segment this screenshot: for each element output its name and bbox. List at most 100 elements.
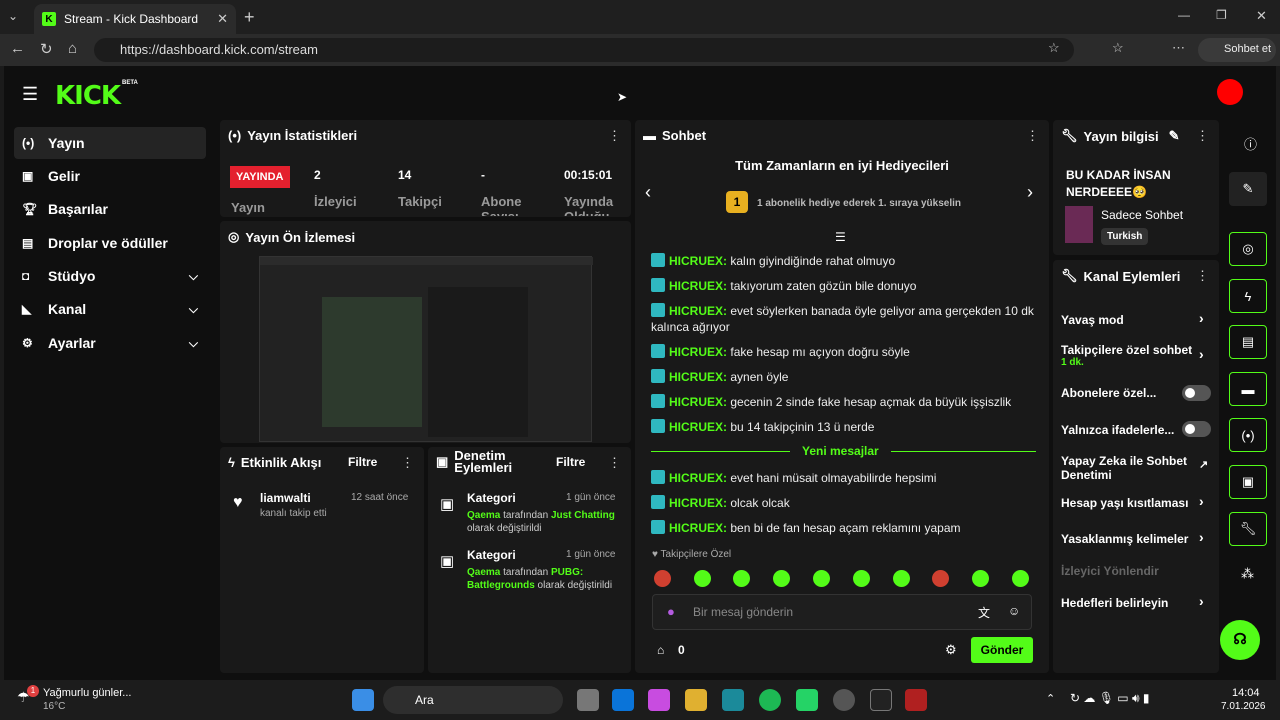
edge-icon[interactable] xyxy=(722,689,744,711)
stream-preview-video[interactable] xyxy=(259,256,593,442)
spotify-icon[interactable] xyxy=(759,689,781,711)
favorite-star-icon[interactable]: ☆ xyxy=(1048,40,1060,56)
emote-icon[interactable] xyxy=(853,570,870,587)
wrench-icon[interactable]: 🔧︎ xyxy=(1229,512,1267,546)
filter-button[interactable]: Filtre xyxy=(348,455,377,469)
chat-icon[interactable]: ▬ xyxy=(1229,372,1267,406)
chat-username[interactable]: HICRUEX xyxy=(669,304,723,318)
subs-only-toggle[interactable] xyxy=(1182,385,1211,401)
chevron-right-icon[interactable]: › xyxy=(1199,310,1204,326)
info-icon[interactable]: ⓘ xyxy=(1244,134,1257,153)
maximize-icon[interactable]: ❐ xyxy=(1216,8,1227,22)
url-field[interactable]: https://dashboard.kick.com/stream xyxy=(94,38,1074,62)
explorer-icon[interactable] xyxy=(685,689,707,711)
more-icon[interactable]: ⋯ xyxy=(1172,40,1185,56)
task-view-icon[interactable] xyxy=(577,689,599,711)
emote-icon[interactable] xyxy=(1012,570,1029,587)
taskbar-search[interactable]: Ara xyxy=(383,686,563,714)
filter-button[interactable]: Filtre xyxy=(556,455,585,469)
more-options-icon[interactable]: ⋮ xyxy=(1026,128,1039,144)
chat-username[interactable]: HICRUEX xyxy=(669,471,723,485)
category-name[interactable]: Sadece Sohbet xyxy=(1101,208,1183,222)
microphone-icon[interactable]: ● xyxy=(667,604,675,619)
chat-settings-icon[interactable]: ⚙ xyxy=(945,642,957,658)
chevron-left-icon[interactable]: ‹ xyxy=(645,182,651,203)
sidebar-item-basarilar[interactable]: 🏆︎ Başarılar xyxy=(14,193,206,225)
more-options-icon[interactable]: ⋮ xyxy=(1196,268,1209,284)
chat-input[interactable]: ● Bir mesaj gönderin 文 ☺ xyxy=(652,594,1032,630)
sidebar-item-yayin[interactable]: (•) Yayın xyxy=(14,127,206,159)
edit-icon[interactable]: ✎ xyxy=(1229,172,1267,206)
minimize-icon[interactable]: — xyxy=(1178,8,1190,22)
emote-icon[interactable] xyxy=(773,570,790,587)
chat-username[interactable]: HICRUEX xyxy=(669,395,723,409)
emote-icon[interactable] xyxy=(654,570,671,587)
banned-words-item[interactable]: Yasaklanmış kelimeler xyxy=(1061,532,1211,546)
epic-games-icon[interactable] xyxy=(870,689,892,711)
emote-icon[interactable] xyxy=(893,570,910,587)
emote-icon[interactable] xyxy=(813,570,830,587)
tray-icons[interactable]: ↻ ☁ 🎙︎ ▭ 🔊︎ ▮ xyxy=(1070,691,1149,706)
sidebar-item-ayarlar[interactable]: ⚙ Ayarlar ⌵ xyxy=(14,327,206,359)
external-link-icon[interactable]: ↗ xyxy=(1199,458,1208,471)
chevron-right-icon[interactable]: › xyxy=(1199,529,1204,545)
store-app-icon[interactable] xyxy=(612,689,634,711)
account-age-item[interactable]: Hesap yaşı kısıtlaması xyxy=(1061,496,1211,510)
menu-icon[interactable]: ☰ xyxy=(22,84,38,105)
translate-icon[interactable]: 文 xyxy=(978,604,990,621)
more-options-icon[interactable]: ⋮ xyxy=(401,455,414,471)
chevron-right-icon[interactable]: › xyxy=(1027,182,1033,203)
chat-username[interactable]: HICRUEX xyxy=(669,521,723,535)
sidebar-item-kanal[interactable]: ◣ Kanal ⌵ xyxy=(14,293,206,325)
goals-item[interactable]: Hedefleri belirleyin xyxy=(1061,596,1211,610)
emotes-only-toggle[interactable] xyxy=(1182,421,1211,437)
clock-time[interactable]: 14:04 xyxy=(1232,687,1260,699)
steam-icon[interactable] xyxy=(833,689,855,711)
start-icon[interactable] xyxy=(352,689,374,711)
tray-chevron-icon[interactable]: ⌃ xyxy=(1046,692,1055,705)
new-tab-icon[interactable]: + xyxy=(244,7,255,28)
support-icon[interactable]: ☊ xyxy=(1220,620,1260,660)
kick-logo[interactable]: KICK xyxy=(55,81,121,111)
chevron-right-icon[interactable]: › xyxy=(1199,493,1204,509)
emote-icon[interactable] xyxy=(694,570,711,587)
pin-icon[interactable]: ☰ xyxy=(835,230,846,244)
emote-icon[interactable] xyxy=(972,570,989,587)
emote-icon[interactable] xyxy=(733,570,750,587)
more-options-icon[interactable]: ⋮ xyxy=(608,455,621,471)
more-options-icon[interactable]: ⋮ xyxy=(1196,128,1209,144)
weather-text[interactable]: Yağmurlu günler... xyxy=(43,687,131,699)
back-icon[interactable]: ← xyxy=(10,40,25,57)
copilot-app-icon[interactable] xyxy=(648,689,670,711)
chat-username[interactable]: HICRUEX xyxy=(669,345,723,359)
emoji-icon[interactable]: ☺ xyxy=(1008,604,1020,618)
sidebar-item-studyo[interactable]: ◘ Stüdyo ⌵ xyxy=(14,260,206,292)
chevron-right-icon[interactable]: › xyxy=(1199,593,1204,609)
record-indicator[interactable] xyxy=(1217,79,1243,105)
tab-list-icon[interactable]: ⌄ xyxy=(8,9,18,23)
chevron-right-icon[interactable]: › xyxy=(1199,346,1204,362)
bolt-icon[interactable]: ϟ xyxy=(1229,279,1267,313)
apps-icon[interactable]: ⁂ xyxy=(1241,566,1254,582)
favorites-icon[interactable]: ☆ xyxy=(1112,40,1124,56)
chat-username[interactable]: HICRUEX xyxy=(669,254,723,268)
chat-username[interactable]: HICRUEX xyxy=(669,420,723,434)
more-options-icon[interactable]: ⋮ xyxy=(608,128,621,144)
document-icon[interactable]: ▤ xyxy=(1229,325,1267,359)
ai-moderation-item[interactable]: Yapay Zeka ile Sohbet Denetimi xyxy=(1061,454,1191,482)
chat-username[interactable]: HICRUEX xyxy=(669,496,723,510)
browser-tab[interactable]: K Stream - Kick Dashboard ✕ xyxy=(34,4,236,34)
emote-icon[interactable] xyxy=(932,570,949,587)
close-window-icon[interactable]: ✕ xyxy=(1256,8,1267,24)
broadcast-icon[interactable]: (•) xyxy=(1229,418,1267,452)
edit-icon[interactable]: ✎ xyxy=(1169,128,1180,144)
mod-icon[interactable]: ▣ xyxy=(1229,465,1267,499)
sidebar-item-gelir[interactable]: ▣ Gelir xyxy=(14,160,206,192)
chat-username[interactable]: HICRUEX xyxy=(669,370,723,384)
whatsapp-icon[interactable] xyxy=(796,689,818,711)
preview-icon[interactable]: ◎ xyxy=(1229,232,1267,266)
clock-date[interactable]: 7.01.2026 xyxy=(1221,701,1266,712)
copilot-button[interactable]: Sohbet et xyxy=(1198,38,1276,62)
voicemeeter-icon[interactable] xyxy=(905,689,927,711)
slow-mode-item[interactable]: Yavaş mod xyxy=(1061,313,1211,327)
